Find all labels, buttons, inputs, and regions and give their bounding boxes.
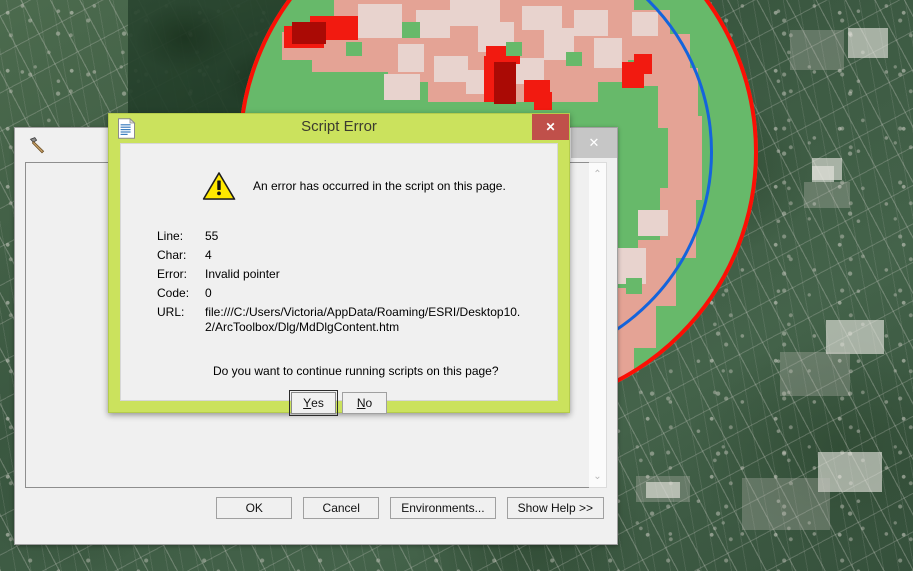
field-error-label: Error: bbox=[157, 267, 187, 281]
no-button[interactable]: No bbox=[342, 392, 387, 414]
field-url-value: file:///C:/Users/Victoria/AppData/Roamin… bbox=[205, 305, 521, 334]
tool-window-button-bar: OK Cancel Environments... Show Help >> bbox=[216, 497, 604, 519]
building-roof bbox=[848, 28, 888, 58]
field-error: Error: Invalid pointer bbox=[157, 267, 543, 281]
yes-rest: es bbox=[311, 396, 324, 410]
urban-patch bbox=[742, 478, 830, 530]
urban-patch bbox=[780, 352, 850, 396]
environments-button[interactable]: Environments... bbox=[390, 497, 496, 519]
building-roof bbox=[826, 320, 884, 354]
script-error-message: An error has occurred in the script on t… bbox=[253, 179, 506, 193]
tool-window-close-button[interactable]: ✕ bbox=[571, 128, 617, 158]
script-error-dialog[interactable]: Script Error ✕ An error has occurred in … bbox=[108, 113, 570, 416]
script-error-content: An error has occurred in the script on t… bbox=[120, 143, 558, 416]
scroll-up-arrow-icon[interactable]: ⌃ bbox=[589, 165, 606, 183]
script-error-question: Do you want to continue running scripts … bbox=[213, 364, 499, 378]
script-error-detail-fields: Line: 55 Char: 4 Error: Invalid pointer … bbox=[157, 229, 543, 340]
field-url: URL: file:///C:/Users/Victoria/AppData/R… bbox=[157, 305, 543, 335]
building-roof bbox=[812, 166, 834, 182]
building-roof bbox=[646, 482, 680, 498]
yes-button[interactable]: Yes bbox=[289, 390, 338, 416]
field-line-label: Line: bbox=[157, 229, 184, 243]
field-line: Line: 55 bbox=[157, 229, 543, 243]
field-char-label: Char: bbox=[157, 248, 187, 262]
urban-patch bbox=[804, 182, 850, 208]
field-code: Code: 0 bbox=[157, 286, 543, 300]
script-error-header-row: An error has occurred in the script on t… bbox=[121, 170, 557, 202]
field-error-value: Invalid pointer bbox=[205, 267, 280, 281]
field-line-value: 55 bbox=[205, 229, 219, 243]
script-error-button-row: Yes No bbox=[121, 390, 557, 416]
scroll-down-arrow-icon[interactable]: ⌄ bbox=[589, 467, 606, 485]
script-error-titlebar[interactable]: Script Error ✕ bbox=[109, 114, 569, 142]
no-rest: o bbox=[365, 396, 373, 410]
field-code-label: Code: bbox=[157, 286, 190, 300]
field-url-label: URL: bbox=[157, 305, 185, 319]
tool-window-footer: OK Cancel Environments... Show Help >> bbox=[15, 488, 617, 544]
hammer-icon bbox=[27, 136, 47, 156]
yes-accel: Y bbox=[303, 396, 312, 410]
tool-panel-scrollbar[interactable]: ⌃ ⌄ bbox=[589, 162, 607, 488]
urban-patch bbox=[790, 30, 844, 70]
ok-button[interactable]: OK bbox=[216, 497, 293, 519]
show-help-button[interactable]: Show Help >> bbox=[506, 497, 604, 519]
warning-triangle-icon bbox=[201, 170, 237, 202]
screen-root: ✕ ⌃ ⌄ OK Cancel Environments... Show Hel… bbox=[0, 0, 913, 571]
script-error-close-button[interactable]: ✕ bbox=[532, 114, 569, 140]
cancel-button[interactable]: Cancel bbox=[303, 497, 380, 519]
field-char: Char: 4 bbox=[157, 248, 543, 262]
script-error-title: Script Error bbox=[301, 118, 377, 135]
field-char-value: 4 bbox=[205, 248, 212, 262]
field-code-value: 0 bbox=[205, 286, 212, 300]
no-accel: N bbox=[356, 396, 366, 410]
